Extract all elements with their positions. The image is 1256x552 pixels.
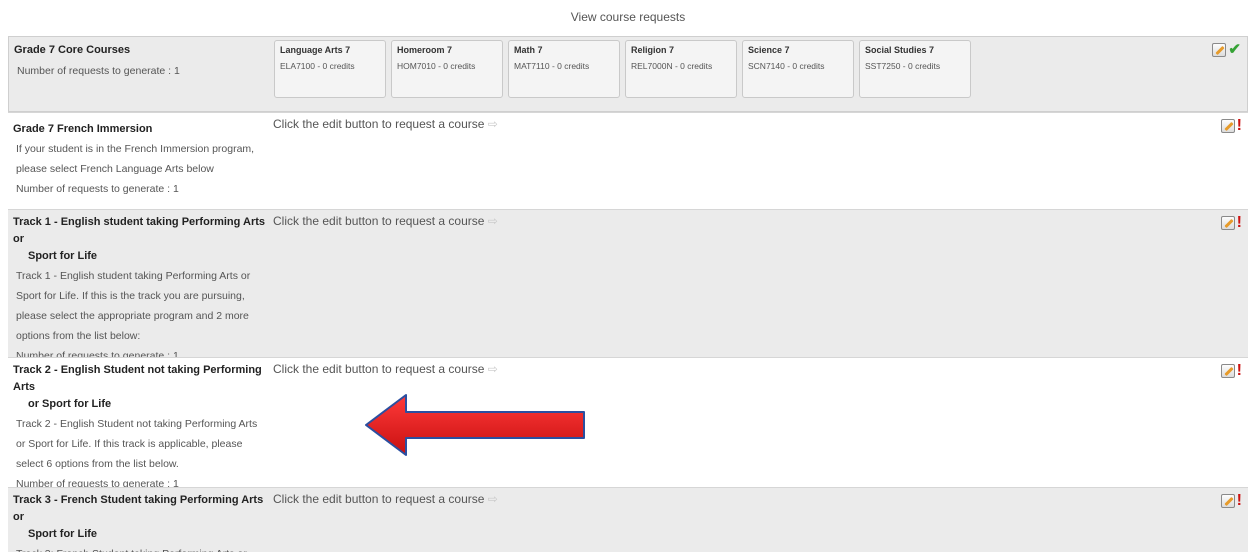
row-actions: ! xyxy=(1220,492,1242,509)
edit-icon[interactable] xyxy=(1220,364,1235,378)
row-actions: ✔ xyxy=(1212,41,1241,58)
course-name: Religion 7 xyxy=(631,45,675,55)
group-row-track-3: Track 3 - French Student taking Performi… xyxy=(8,487,1248,552)
course-name: Language Arts 7 xyxy=(280,45,351,55)
edit-icon[interactable] xyxy=(1220,494,1235,508)
group-description: please select French Language Arts below xyxy=(16,163,214,175)
group-row-french-immersion: Grade 7 French Immersion If your student… xyxy=(8,112,1248,209)
group-row-track-1: Track 1 - English student taking Perform… xyxy=(8,209,1248,362)
group-title: Grade 7 French Immersion xyxy=(13,123,153,135)
edit-prompt: Click the edit button to request a cours… xyxy=(273,117,498,131)
right-arrow-icon: ⇨ xyxy=(487,117,498,131)
edit-prompt: Click the edit button to request a cours… xyxy=(273,214,498,228)
prompt-text: Click the edit button to request a cours… xyxy=(273,362,485,376)
prompt-text: Click the edit button to request a cours… xyxy=(273,214,485,228)
prompt-text: Click the edit button to request a cours… xyxy=(273,117,485,131)
group-description: please select the appropriate program an… xyxy=(16,310,249,322)
group-title: Grade 7 Core Courses xyxy=(14,44,131,56)
course-card[interactable]: Science 7 SCN7140 - 0 credits xyxy=(742,40,854,98)
exclamation-icon: ! xyxy=(1236,117,1242,134)
course-cards: Language Arts 7 ELA7100 - 0 credits Home… xyxy=(274,40,971,98)
view-course-requests-link[interactable]: View course requests xyxy=(0,10,1256,24)
group-description: Track 2 - English Student not taking Per… xyxy=(16,418,258,430)
group-title: Track 1 - English student taking Perform… xyxy=(13,214,275,265)
row-actions: ! xyxy=(1220,117,1242,134)
group-title-line: Sport for Life xyxy=(28,528,98,540)
exclamation-icon: ! xyxy=(1236,214,1242,231)
course-code: SST7250 - 0 credits xyxy=(865,61,941,71)
row-actions: ! xyxy=(1220,362,1242,379)
course-card[interactable]: Social Studies 7 SST7250 - 0 credits xyxy=(859,40,971,98)
group-description: Sport for Life. If this is the track you… xyxy=(16,290,245,302)
course-code: MAT7110 - 0 credits xyxy=(514,61,590,71)
group-title-line: Track 1 - English student taking Perform… xyxy=(13,216,266,245)
check-icon: ✔ xyxy=(1228,41,1241,58)
course-code: HOM7010 - 0 credits xyxy=(397,61,476,71)
course-name: Social Studies 7 xyxy=(865,45,935,55)
group-title-line: or Sport for Life xyxy=(28,398,112,410)
edit-icon[interactable] xyxy=(1212,43,1227,57)
course-card[interactable]: Religion 7 REL7000N - 0 credits xyxy=(625,40,737,98)
group-title: Track 3 - French Student taking Performi… xyxy=(13,492,275,543)
course-card[interactable]: Language Arts 7 ELA7100 - 0 credits xyxy=(274,40,386,98)
course-code: SCN7140 - 0 credits xyxy=(748,61,825,71)
right-arrow-icon: ⇨ xyxy=(487,214,498,228)
course-groups: Grade 7 Core Courses Number of requests … xyxy=(8,36,1248,552)
edit-icon[interactable] xyxy=(1220,119,1235,133)
group-description: options from the list below: xyxy=(16,330,141,342)
group-title-line: Track 3 - French Student taking Performi… xyxy=(13,494,264,523)
course-name: Science 7 xyxy=(748,45,790,55)
group-row-track-2: Track 2 - English Student not taking Per… xyxy=(8,357,1248,490)
right-arrow-icon: ⇨ xyxy=(487,492,498,506)
prompt-text: Click the edit button to request a cours… xyxy=(273,492,485,506)
group-row-core: Grade 7 Core Courses Number of requests … xyxy=(8,36,1248,112)
group-description: Track 3: French Student taking Performin… xyxy=(16,544,275,552)
group-description: If your student is in the French Immersi… xyxy=(16,143,255,155)
request-count: Number of requests to generate : 1 xyxy=(17,65,180,77)
group-description: select 6 options from the list below. xyxy=(16,458,179,470)
group-title-line: Sport for Life xyxy=(28,250,98,262)
exclamation-icon: ! xyxy=(1236,492,1242,509)
edit-prompt: Click the edit button to request a cours… xyxy=(273,492,498,506)
course-name: Math 7 xyxy=(514,45,543,55)
edit-prompt: Click the edit button to request a cours… xyxy=(273,362,498,376)
group-description: or Sport for Life. If this track is appl… xyxy=(16,438,243,450)
edit-icon[interactable] xyxy=(1220,216,1235,230)
course-code: ELA7100 - 0 credits xyxy=(280,61,355,71)
group-description: Track 1 - English student taking Perform… xyxy=(16,270,251,282)
course-code: REL7000N - 0 credits xyxy=(631,61,713,71)
group-title: Track 2 - English Student not taking Per… xyxy=(13,362,275,413)
course-name: Homeroom 7 xyxy=(397,45,453,55)
course-card[interactable]: Homeroom 7 HOM7010 - 0 credits xyxy=(391,40,503,98)
group-title-line: Track 2 - English Student not taking Per… xyxy=(13,364,262,393)
row-actions: ! xyxy=(1220,214,1242,231)
course-card[interactable]: Math 7 MAT7110 - 0 credits xyxy=(508,40,620,98)
annotation-arrow xyxy=(365,394,585,456)
exclamation-icon: ! xyxy=(1236,362,1242,379)
request-count: Number of requests to generate : 1 xyxy=(16,183,179,195)
right-arrow-icon: ⇨ xyxy=(487,362,498,376)
